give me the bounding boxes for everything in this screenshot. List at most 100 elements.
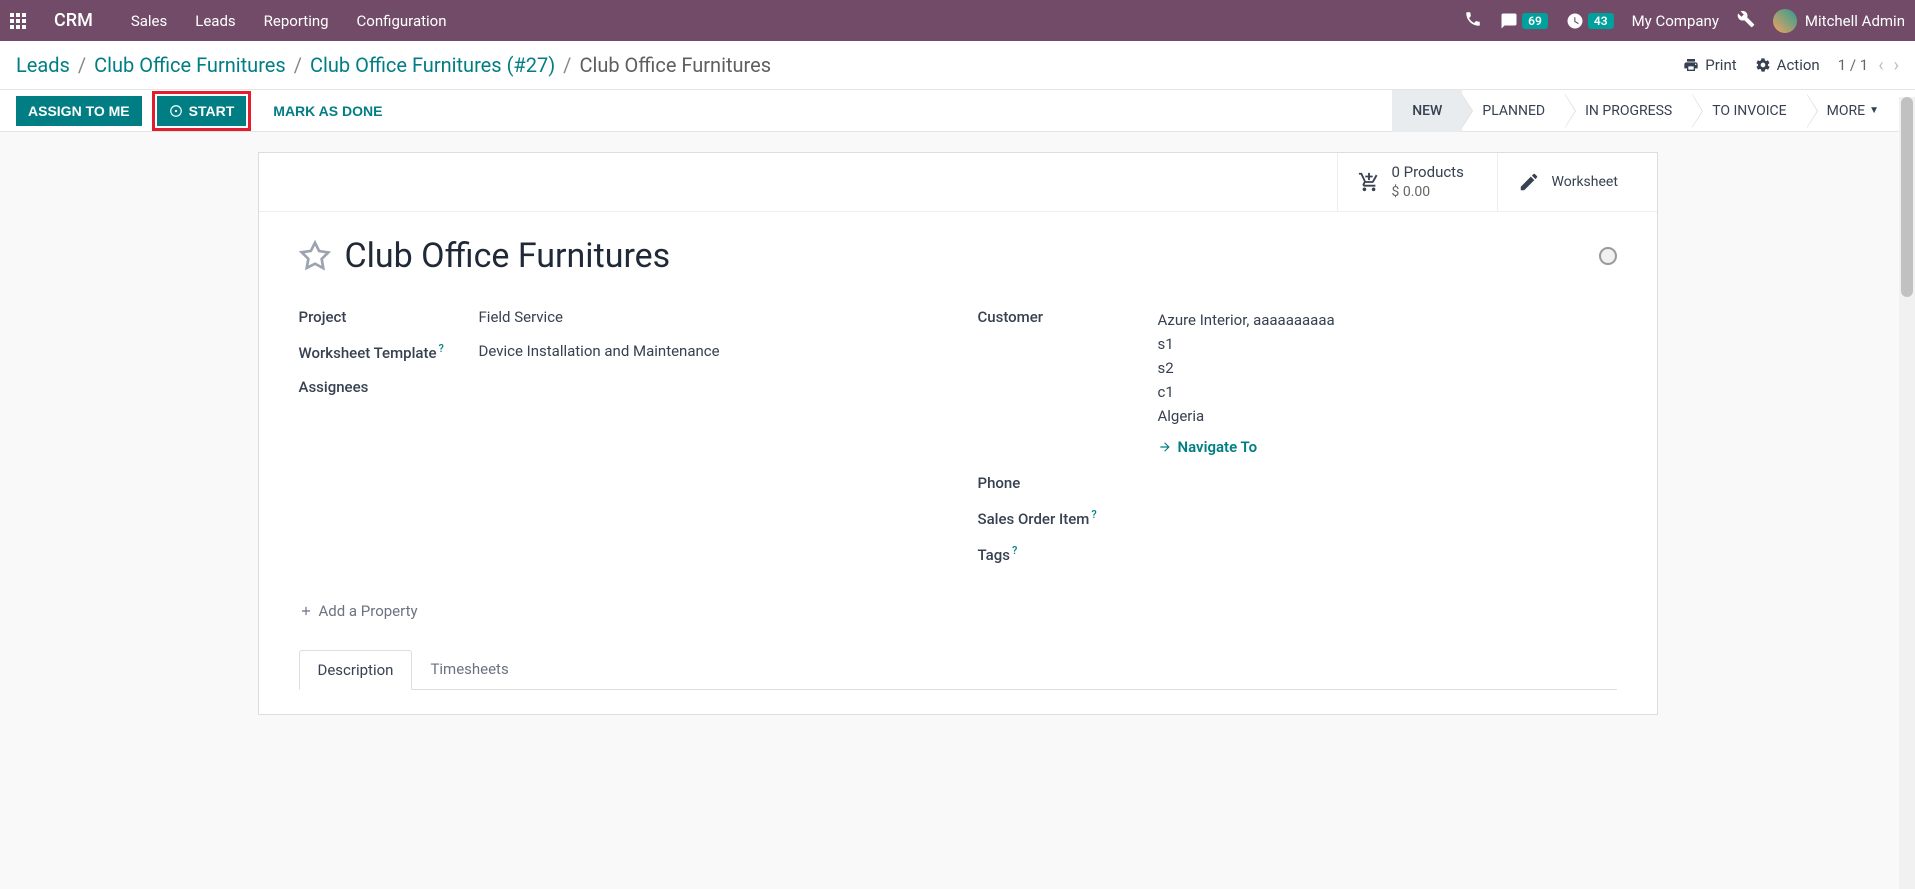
mark-done-button[interactable]: MARK AS DONE bbox=[261, 96, 394, 126]
tabs: Description Timesheets bbox=[299, 650, 1617, 690]
statusbar: ASSIGN TO ME START MARK AS DONE NEW PLAN… bbox=[0, 90, 1915, 132]
value-soi[interactable] bbox=[1158, 508, 1617, 528]
pager-next[interactable]: › bbox=[1894, 55, 1899, 76]
menu-sales[interactable]: Sales bbox=[131, 12, 167, 30]
voip-icon[interactable] bbox=[1464, 10, 1482, 32]
label-worksheet-template: Worksheet Template? bbox=[299, 342, 479, 362]
pager-value[interactable]: 1 / 1 bbox=[1838, 56, 1869, 74]
field-project: Project Field Service bbox=[299, 300, 938, 334]
field-tags: Tags? bbox=[978, 536, 1617, 572]
step-in-progress[interactable]: IN PROGRESS bbox=[1565, 90, 1692, 132]
chevron-down-icon: ▼ bbox=[1869, 105, 1879, 116]
app-brand[interactable]: CRM bbox=[54, 10, 93, 31]
messages-badge: 69 bbox=[1522, 13, 1548, 29]
breadcrumb-sep: / bbox=[563, 53, 571, 77]
value-tags[interactable] bbox=[1158, 544, 1617, 564]
control-panel: Leads / Club Office Furnitures / Club Of… bbox=[0, 41, 1915, 90]
priority-indicator[interactable] bbox=[1599, 247, 1617, 265]
start-highlight: START bbox=[152, 91, 252, 131]
step-to-invoice[interactable]: TO INVOICE bbox=[1692, 90, 1806, 132]
button-box: 0 Products $ 0.00 Worksheet bbox=[259, 153, 1657, 212]
print-button[interactable]: Print bbox=[1683, 56, 1736, 74]
label-phone: Phone bbox=[978, 474, 1158, 492]
breadcrumb-l2[interactable]: Club Office Furnitures (#27) bbox=[310, 53, 555, 77]
value-customer[interactable]: Azure Interior, aaaaaaaaaa s1 s2 c1 Alge… bbox=[1158, 308, 1617, 458]
navbar-menu: Sales Leads Reporting Configuration bbox=[131, 12, 447, 30]
menu-configuration[interactable]: Configuration bbox=[357, 12, 447, 30]
form-columns: Project Field Service Worksheet Template… bbox=[299, 300, 1617, 572]
navbar-right: 69 43 My Company Mitchell Admin bbox=[1464, 9, 1905, 33]
label-assignees: Assignees bbox=[299, 378, 479, 396]
cart-plus-icon bbox=[1358, 171, 1380, 193]
tab-timesheets[interactable]: Timesheets bbox=[412, 650, 526, 689]
stat-worksheet[interactable]: Worksheet bbox=[1497, 153, 1657, 211]
tab-description[interactable]: Description bbox=[299, 650, 413, 690]
form-container: 0 Products $ 0.00 Worksheet Club Office … bbox=[0, 132, 1915, 735]
arrow-right-icon bbox=[1158, 440, 1172, 454]
pencil-icon bbox=[1518, 171, 1540, 193]
breadcrumb-current: Club Office Furnitures bbox=[579, 53, 771, 77]
timer-icon bbox=[169, 104, 183, 118]
label-customer: Customer bbox=[978, 308, 1158, 458]
debug-icon[interactable] bbox=[1737, 10, 1755, 32]
field-assignees: Assignees bbox=[299, 370, 938, 404]
help-icon[interactable]: ? bbox=[1091, 508, 1096, 521]
menu-reporting[interactable]: Reporting bbox=[264, 12, 329, 30]
record-title[interactable]: Club Office Furnitures bbox=[345, 236, 671, 276]
breadcrumb: Leads / Club Office Furnitures / Club Of… bbox=[16, 53, 771, 77]
company-switcher[interactable]: My Company bbox=[1632, 12, 1719, 30]
add-property-button[interactable]: Add a Property bbox=[299, 602, 1617, 620]
cp-right: Print Action 1 / 1 ‹ › bbox=[1683, 55, 1899, 76]
title-row: Club Office Furnitures bbox=[299, 236, 1617, 276]
activities-badge: 43 bbox=[1588, 13, 1614, 29]
action-button[interactable]: Action bbox=[1755, 56, 1820, 74]
apps-icon[interactable] bbox=[10, 13, 26, 29]
label-tags: Tags? bbox=[978, 544, 1158, 564]
form-col-left: Project Field Service Worksheet Template… bbox=[299, 300, 938, 572]
start-button[interactable]: START bbox=[157, 96, 247, 126]
value-assignees[interactable] bbox=[479, 378, 938, 396]
button-box-spacer bbox=[259, 153, 1337, 211]
menu-leads[interactable]: Leads bbox=[195, 12, 235, 30]
activities-indicator[interactable]: 43 bbox=[1566, 12, 1614, 30]
avatar-icon bbox=[1773, 9, 1797, 33]
stat-products[interactable]: 0 Products $ 0.00 bbox=[1337, 153, 1497, 211]
breadcrumb-sep: / bbox=[78, 53, 86, 77]
help-icon[interactable]: ? bbox=[439, 342, 444, 355]
sheet-body: Club Office Furnitures Project Field Ser… bbox=[259, 212, 1657, 714]
field-phone: Phone bbox=[978, 466, 1617, 500]
help-icon[interactable]: ? bbox=[1012, 544, 1017, 557]
value-project[interactable]: Field Service bbox=[479, 308, 938, 326]
star-icon[interactable] bbox=[299, 240, 331, 272]
statusbar-left: ASSIGN TO ME START MARK AS DONE bbox=[16, 91, 394, 131]
scrollbar[interactable] bbox=[1899, 97, 1915, 889]
label-soi: Sales Order Item? bbox=[978, 508, 1158, 528]
plus-icon bbox=[299, 604, 313, 618]
stat-products-text: 0 Products $ 0.00 bbox=[1392, 163, 1464, 201]
user-menu[interactable]: Mitchell Admin bbox=[1773, 9, 1905, 33]
scrollbar-thumb[interactable] bbox=[1901, 97, 1913, 297]
step-planned[interactable]: PLANNED bbox=[1462, 90, 1565, 132]
navbar-left: CRM Sales Leads Reporting Configuration bbox=[10, 10, 447, 31]
field-worksheet-template: Worksheet Template? Device Installation … bbox=[299, 334, 938, 370]
pager-prev[interactable]: ‹ bbox=[1878, 55, 1883, 76]
value-phone[interactable] bbox=[1158, 474, 1617, 492]
breadcrumb-leads[interactable]: Leads bbox=[16, 53, 70, 77]
assign-to-me-button[interactable]: ASSIGN TO ME bbox=[16, 96, 142, 126]
navbar: CRM Sales Leads Reporting Configuration … bbox=[0, 0, 1915, 41]
step-new[interactable]: NEW bbox=[1392, 90, 1462, 132]
step-more[interactable]: MORE▼ bbox=[1807, 90, 1899, 132]
field-sales-order-item: Sales Order Item? bbox=[978, 500, 1617, 536]
pager: 1 / 1 ‹ › bbox=[1838, 55, 1899, 76]
user-name: Mitchell Admin bbox=[1805, 12, 1905, 30]
value-worksheet-template[interactable]: Device Installation and Maintenance bbox=[479, 342, 938, 362]
breadcrumb-l1[interactable]: Club Office Furnitures bbox=[94, 53, 286, 77]
label-project: Project bbox=[299, 308, 479, 326]
breadcrumb-sep: / bbox=[294, 53, 302, 77]
form-col-right: Customer Azure Interior, aaaaaaaaaa s1 s… bbox=[978, 300, 1617, 572]
navigate-to-button[interactable]: Navigate To bbox=[1158, 438, 1258, 456]
form-sheet: 0 Products $ 0.00 Worksheet Club Office … bbox=[258, 152, 1658, 715]
messages-indicator[interactable]: 69 bbox=[1500, 12, 1548, 30]
statusbar-steps: NEW PLANNED IN PROGRESS TO INVOICE MORE▼ bbox=[1392, 90, 1899, 132]
field-customer: Customer Azure Interior, aaaaaaaaaa s1 s… bbox=[978, 300, 1617, 466]
